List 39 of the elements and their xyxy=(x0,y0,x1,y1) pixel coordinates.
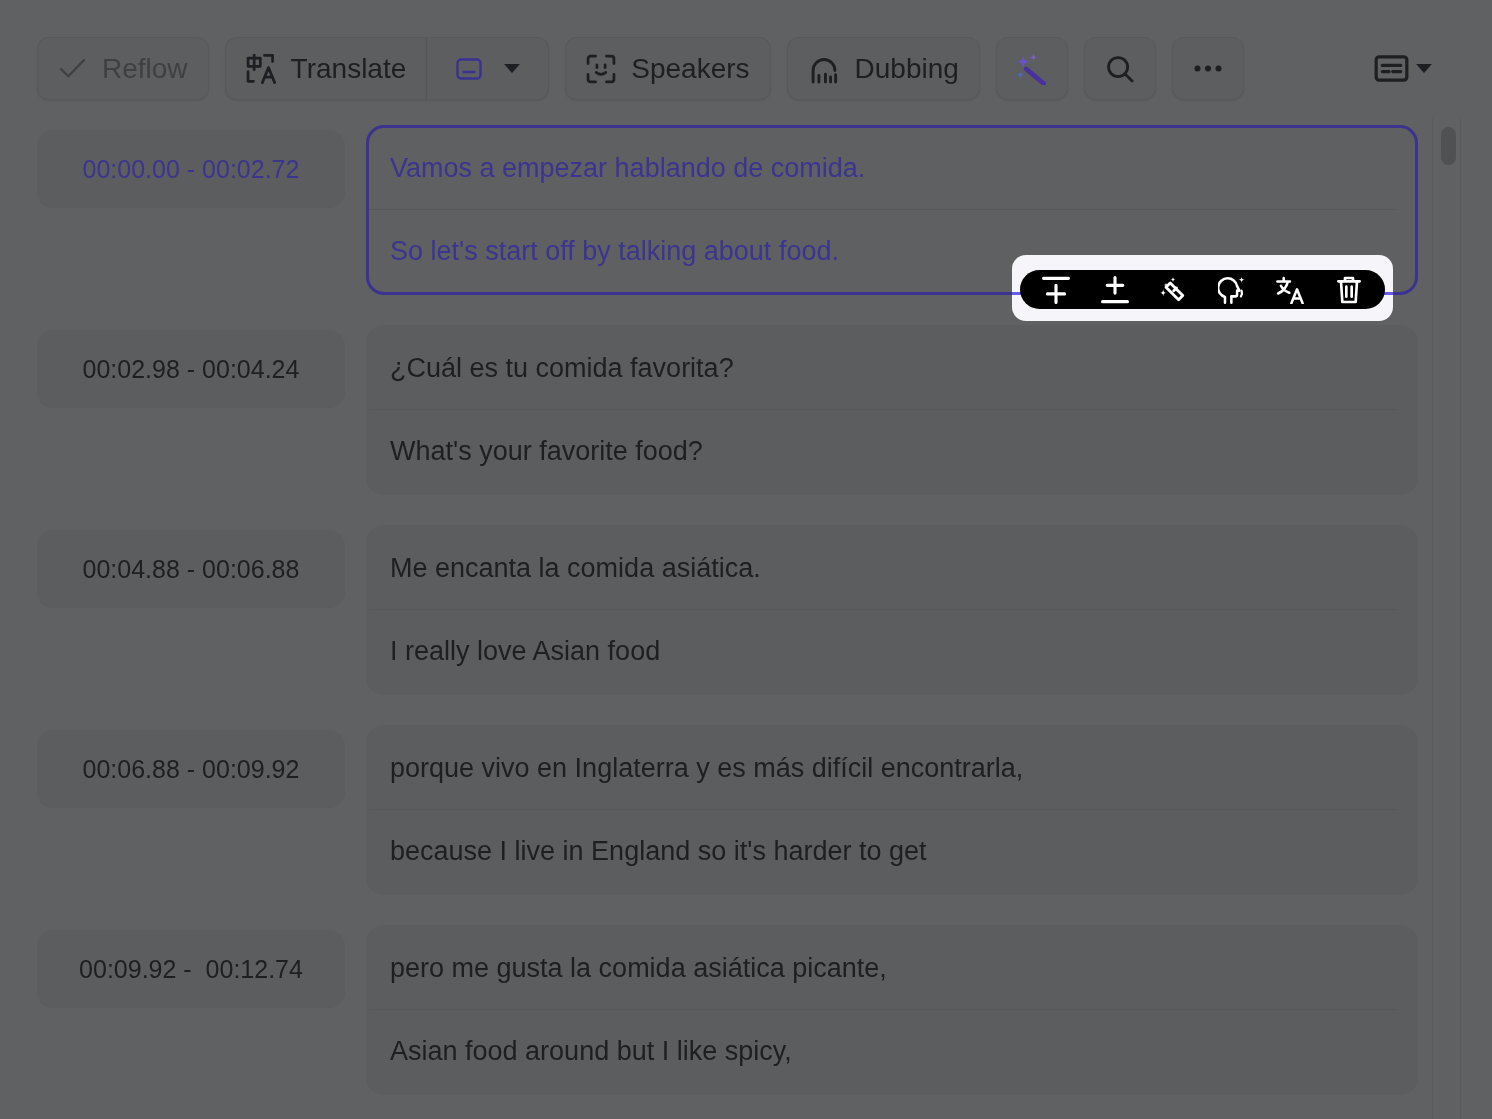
translation-text: because I live in England so it's harder to get xyxy=(390,835,927,867)
timestamp[interactable]: 00:09.92 - 00:12.74 xyxy=(37,930,345,1008)
timestamp[interactable]: 00:04.88 - 00:06.88 xyxy=(37,530,345,608)
plus-under-line-icon xyxy=(1042,275,1070,304)
list-card-icon xyxy=(1374,55,1409,82)
source-text: pero me gusta la comida asiática picante, xyxy=(390,953,887,984)
dubbing-button[interactable]: Dubbing xyxy=(786,37,980,100)
segment-card[interactable]: Me encanta la comida asiática. I really love Asian food xyxy=(366,525,1418,695)
translation-text: Asian food around but I like spicy, xyxy=(390,1035,792,1067)
face-scan-icon xyxy=(586,53,617,84)
segment-card[interactable]: pero me gusta la comida asiática picante, Asian food around but I like spicy, xyxy=(366,925,1418,1095)
translate-icon xyxy=(245,53,276,84)
search-icon xyxy=(1105,54,1134,83)
search-button[interactable] xyxy=(1083,37,1156,100)
translate-button[interactable]: Translate xyxy=(224,37,427,100)
translate-icon xyxy=(1276,275,1305,304)
segment-card[interactable]: ¿Cuál es tu comida favorita? What's your favorite food? xyxy=(366,325,1418,495)
timestamp[interactable]: 00:02.98 - 00:04.24 xyxy=(37,330,345,408)
check-icon xyxy=(60,59,85,78)
source-text: Me encanta la comida asiática. xyxy=(390,553,761,584)
plus-minus-icon xyxy=(1100,275,1129,304)
caption-box-icon xyxy=(455,57,482,80)
segment-card[interactable]: porque vivo en Inglaterra y es más difícil encontrarla, because I live in England so it's harder to get xyxy=(366,725,1418,895)
caret-icon xyxy=(1416,64,1432,73)
source-text: porque vivo en Inglaterra y es más difícil encontrarla, xyxy=(390,753,1024,784)
head-sparkle-icon xyxy=(1217,275,1246,304)
source-text: ¿Cuál es tu comida favorita? xyxy=(390,353,734,384)
magic-wand-icon xyxy=(1015,52,1048,85)
translation-text: I really love Asian food xyxy=(390,635,661,667)
timestamp[interactable]: 00:06.88 - 00:09.92 xyxy=(37,730,345,808)
trash-icon xyxy=(1335,275,1362,304)
more-icon xyxy=(1193,65,1222,72)
magic-button[interactable] xyxy=(995,37,1068,100)
subtitle-mode-dropdown[interactable] xyxy=(426,37,550,100)
translation-text: What's your favorite food? xyxy=(390,435,703,467)
view-mode-button[interactable] xyxy=(1374,55,1432,82)
more-button[interactable] xyxy=(1171,37,1244,100)
speakers-button[interactable]: Speakers xyxy=(565,37,771,100)
caret-icon xyxy=(503,64,520,73)
